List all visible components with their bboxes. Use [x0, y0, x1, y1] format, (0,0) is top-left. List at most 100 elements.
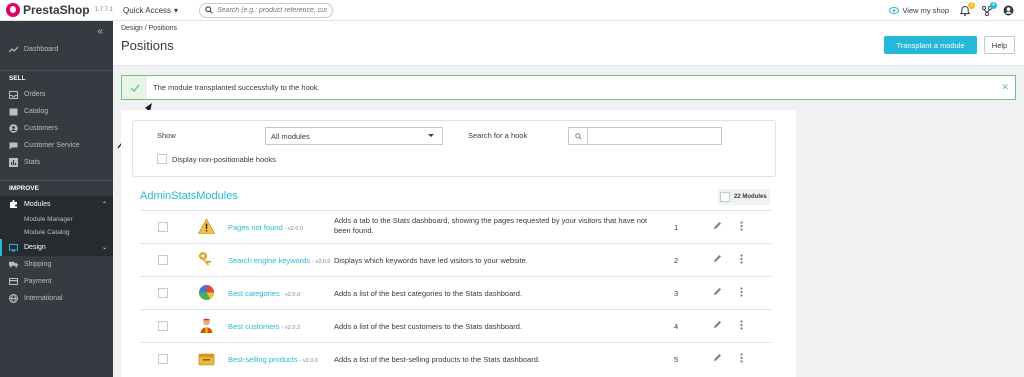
- module-name-link[interactable]: Search engine keywords - v2.0.0: [228, 256, 330, 265]
- customers-notifications[interactable]: 4: [981, 1, 997, 17]
- module-version: - v2.0.0: [299, 358, 318, 364]
- sidebar-item-label: International: [24, 295, 63, 302]
- module-name-link[interactable]: Pages not found - v2.0.0: [228, 223, 303, 232]
- page-header: Design / Positions Positions Transplant …: [113, 21, 1024, 66]
- module-row: Search engine keywords - v2.0.0 Displays …: [140, 243, 771, 276]
- view-my-shop-link[interactable]: View my shop: [889, 6, 949, 15]
- truck-icon: [9, 260, 18, 269]
- orders-notifications[interactable]: 2: [959, 1, 975, 17]
- logo[interactable]: PrestaShop 1.7.7.1: [0, 3, 113, 17]
- alert-message: The module transplanted successfully to …: [153, 83, 320, 92]
- breadcrumb-link-design[interactable]: Design: [121, 25, 143, 32]
- eye-icon: [889, 7, 900, 14]
- search-box[interactable]: [199, 2, 333, 18]
- sidebar-item-stats[interactable]: Stats: [0, 154, 113, 171]
- chevron-up-icon: ⌃: [101, 202, 107, 208]
- sidebar-item-design[interactable]: Design ⌄: [0, 239, 113, 256]
- sidebar-item-shipping[interactable]: Shipping: [0, 256, 113, 273]
- sidebar-item-label: Customers: [24, 125, 58, 132]
- sidebar-item-catalog[interactable]: Catalog: [0, 103, 113, 120]
- inbox-icon: [9, 90, 18, 99]
- edit-icon[interactable]: [713, 221, 722, 230]
- breadcrumb-current: Positions: [148, 25, 178, 32]
- modules-list: Pages not found - v2.0.0 Adds a tab to th…: [140, 210, 771, 375]
- view-my-shop-label: View my shop: [902, 6, 949, 15]
- module-description: Adds a list of the best categories to th…: [334, 289, 523, 298]
- sidebar-item-international[interactable]: International: [0, 290, 113, 307]
- module-checkbox[interactable]: [158, 288, 168, 298]
- module-name-link[interactable]: Best customers - v2.0.2: [228, 322, 300, 331]
- version-label: 1.7.7.1: [94, 7, 113, 13]
- module-name-link[interactable]: Best categories - v2.0.0: [228, 289, 300, 298]
- module-checkbox[interactable]: [158, 354, 168, 364]
- hook-search-field[interactable]: [568, 127, 722, 145]
- select-all-checkbox[interactable]: [720, 192, 730, 202]
- sidebar-item-label: Payment: [24, 278, 52, 285]
- sidebar: « Dashboard SELL Orders Catalog Customer…: [0, 21, 113, 377]
- filters-box: Show All modules Search for a hook Displ…: [132, 120, 776, 177]
- transplant-module-button[interactable]: Transplant a module: [884, 36, 977, 54]
- sidebar-subitem-module-catalog[interactable]: Module Catalog: [0, 225, 113, 239]
- hook-search-label: Search for a hook: [468, 131, 528, 140]
- double-chevron-left-icon: «: [97, 25, 103, 37]
- edit-icon[interactable]: [713, 353, 722, 362]
- sidebar-item-customer-service[interactable]: Customer Service: [0, 137, 113, 154]
- warning-icon: [198, 218, 215, 234]
- module-row: Best customers - v2.0.2 Adds a list of th…: [140, 309, 771, 342]
- edit-icon[interactable]: [713, 254, 722, 263]
- customer-icon: [200, 318, 213, 333]
- sidebar-item-orders[interactable]: Orders: [0, 86, 113, 103]
- modules-count-badge: 22 Modules: [718, 189, 770, 205]
- module-position: 1: [674, 223, 679, 232]
- collapse-sidebar-button[interactable]: «: [0, 21, 113, 41]
- module-position: 4: [674, 322, 679, 331]
- more-vertical-icon[interactable]: [740, 287, 743, 297]
- edit-icon[interactable]: [713, 287, 722, 296]
- more-vertical-icon[interactable]: [740, 254, 743, 264]
- quick-access-menu[interactable]: Quick Access ▾: [123, 6, 193, 15]
- breadcrumb: Design / Positions: [121, 25, 177, 32]
- modules-count-label: 22 Modules: [734, 194, 767, 200]
- sidebar-item-label: Customer Service: [24, 142, 80, 149]
- brand-name: PrestaShop: [22, 3, 90, 17]
- module-checkbox[interactable]: [158, 222, 168, 232]
- non-positionable-option[interactable]: Display non-positionable hooks: [157, 154, 276, 164]
- hook-title[interactable]: AdminStatsModules: [140, 190, 238, 202]
- show-modules-value: All modules: [271, 131, 310, 141]
- credit-card-icon: [9, 277, 18, 286]
- module-version: - v2.0.0: [312, 259, 331, 265]
- module-name-link[interactable]: Best-selling products - v2.0.0: [228, 355, 318, 364]
- sidebar-item-customers[interactable]: Customers: [0, 120, 113, 137]
- chat-icon: [9, 141, 18, 150]
- help-button[interactable]: Help: [984, 36, 1015, 54]
- edit-icon[interactable]: [713, 320, 722, 329]
- show-modules-select[interactable]: All modules: [265, 127, 443, 145]
- non-positionable-checkbox[interactable]: [157, 154, 167, 164]
- module-version: - v2.0.0: [281, 292, 301, 298]
- prestashop-logo-icon: [6, 3, 20, 17]
- close-icon[interactable]: ✕: [1001, 82, 1009, 93]
- module-row: Best-selling products - v2.0.0 Adds a lis…: [140, 342, 771, 375]
- more-vertical-icon[interactable]: [740, 221, 743, 231]
- sidebar-item-label: Modules: [24, 201, 51, 208]
- sidebar-subitem-module-manager[interactable]: Module Manager: [0, 213, 113, 225]
- keys-icon: [199, 252, 211, 266]
- more-vertical-icon[interactable]: [740, 353, 743, 363]
- customers-badge: 4: [990, 1, 997, 9]
- sidebar-item-modules[interactable]: Modules ⌃: [0, 196, 113, 213]
- account-icon[interactable]: [1003, 5, 1014, 16]
- search-input[interactable]: [217, 6, 327, 14]
- store-icon: [9, 107, 18, 116]
- module-position: 3: [674, 289, 679, 298]
- sidebar-item-dashboard[interactable]: Dashboard: [0, 41, 113, 58]
- module-description: Adds a list of the best-selling products…: [334, 355, 540, 364]
- module-version: - v2.0.0: [284, 226, 303, 232]
- sidebar-section-sell: SELL: [0, 70, 113, 86]
- trending-up-icon: [9, 45, 18, 54]
- more-vertical-icon[interactable]: [740, 320, 743, 330]
- sidebar-item-label: Orders: [24, 91, 46, 98]
- module-checkbox[interactable]: [158, 255, 168, 265]
- module-description: Adds a list of the best customers to the…: [334, 322, 523, 331]
- module-checkbox[interactable]: [158, 321, 168, 331]
- sidebar-item-payment[interactable]: Payment: [0, 273, 113, 290]
